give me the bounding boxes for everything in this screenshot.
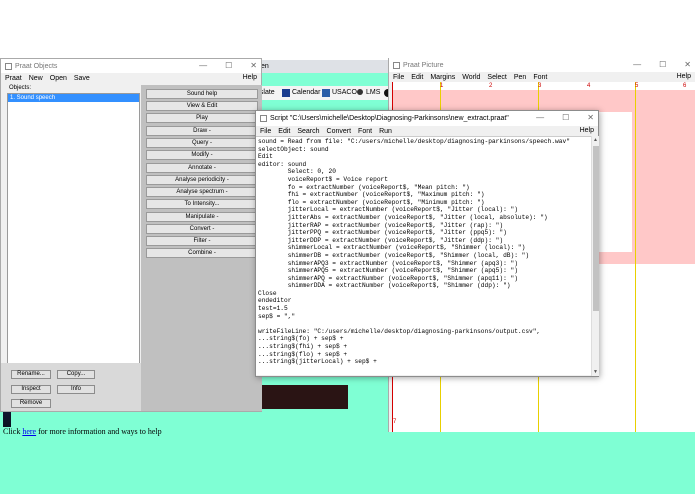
menu-help[interactable]: Help: [580, 127, 594, 134]
menu-file[interactable]: File: [393, 74, 404, 81]
menu-search[interactable]: Search: [297, 128, 319, 135]
manipulate-button[interactable]: Manipulate -: [146, 212, 258, 222]
praat-objects-window: Praat Objects — ☐ ✕ Praat New Open Save …: [0, 58, 262, 412]
bookmark-lms[interactable]: LMS: [366, 89, 380, 96]
menu-margins[interactable]: Margins: [430, 74, 455, 81]
menu-font[interactable]: Font: [358, 128, 372, 135]
praat-icon: [260, 115, 267, 122]
sound-help-button[interactable]: Sound help: [146, 89, 258, 99]
menu-pen[interactable]: Pen: [514, 74, 526, 81]
to-intensity-button[interactable]: To Intensity...: [146, 199, 258, 209]
menu-run[interactable]: Run: [379, 128, 392, 135]
menu-save[interactable]: Save: [74, 75, 90, 82]
copy-button[interactable]: Copy...: [57, 370, 95, 379]
menu-edit[interactable]: Edit: [278, 128, 290, 135]
desktop-top-area: [0, 0, 695, 60]
picture-title: Praat Picture: [403, 61, 444, 69]
inspect-button[interactable]: Inspect: [11, 385, 51, 394]
scroll-down-icon[interactable]: ▼: [593, 369, 598, 375]
bookmark-usaco[interactable]: USACO: [332, 89, 357, 96]
calendar-icon: [282, 89, 290, 97]
scroll-up-icon[interactable]: ▲: [593, 137, 598, 143]
menu-world[interactable]: World: [462, 74, 480, 81]
picture-titlebar[interactable]: Praat Picture — ☐ ✕: [389, 58, 695, 72]
objects-list[interactable]: 1. Sound speech: [7, 93, 140, 383]
help-link[interactable]: here: [22, 427, 36, 436]
ruler-label: 1: [440, 83, 444, 89]
filter-button[interactable]: Filter -: [146, 236, 258, 246]
minimize-icon[interactable]: —: [633, 60, 641, 69]
script-code[interactable]: sound = Read from file: "C:/users/michel…: [256, 137, 591, 366]
script-title: Script "C:\Users\michelle\Desktop\Diagno…: [270, 115, 509, 122]
menu-font[interactable]: Font: [533, 74, 547, 81]
view-edit-button[interactable]: View & Edit: [146, 101, 258, 111]
convert-button[interactable]: Convert -: [146, 224, 258, 234]
object-item-sound-speech[interactable]: 1. Sound speech: [8, 94, 139, 102]
grid-line: [635, 82, 636, 432]
objects-label: Objects:: [9, 85, 32, 91]
modify-button[interactable]: Modify -: [146, 150, 258, 160]
maximize-icon[interactable]: ☐: [562, 113, 569, 122]
maximize-icon[interactable]: ☐: [225, 61, 232, 70]
ruler-label: 2: [489, 83, 493, 89]
menu-select[interactable]: Select: [487, 74, 506, 81]
objects-title: Praat Objects: [15, 62, 58, 70]
ruler-label: 7: [393, 419, 397, 425]
ruler-label: 4: [587, 83, 591, 89]
play-button[interactable]: Play: [146, 113, 258, 123]
menu-help[interactable]: Help: [677, 73, 691, 80]
usaco-icon: [322, 89, 330, 97]
footer-prefix: Click: [3, 427, 23, 436]
query-button[interactable]: Query -: [146, 138, 258, 148]
script-editor-window: Script "C:\Users\michelle\Desktop\Diagno…: [255, 110, 599, 377]
combine-button[interactable]: Combine -: [146, 248, 258, 258]
script-scrollbar[interactable]: ▲ ▼: [591, 136, 599, 376]
analyse-periodicity-button[interactable]: Analyse periodicity -: [146, 175, 258, 185]
menu-convert[interactable]: Convert: [327, 128, 352, 135]
close-icon[interactable]: ✕: [587, 113, 594, 122]
script-text-area[interactable]: sound = Read from file: "C:/users/michel…: [256, 136, 591, 375]
browser-tab-strip: en: [260, 60, 390, 73]
close-icon[interactable]: ✕: [684, 60, 691, 69]
menu-edit[interactable]: Edit: [411, 74, 423, 81]
menu-open[interactable]: Open: [50, 75, 67, 82]
praat-icon: [5, 62, 12, 70]
remove-button[interactable]: Remove: [11, 399, 51, 408]
menu-new[interactable]: New: [29, 75, 43, 82]
close-icon[interactable]: ✕: [250, 61, 257, 70]
page-footer-text: Click here for more information and ways…: [3, 427, 162, 436]
browser-tab-fragment[interactable]: en: [261, 63, 269, 70]
ruler-label: 5: [635, 83, 639, 89]
scrollbar-thumb[interactable]: [593, 146, 599, 311]
bookmark-calendar[interactable]: Calendar: [292, 89, 320, 96]
maximize-icon[interactable]: ☐: [659, 60, 666, 69]
footer-suffix: for more information and ways to help: [36, 427, 162, 436]
draw-button[interactable]: Draw -: [146, 126, 258, 136]
praat-icon: [393, 61, 400, 69]
annotate-button[interactable]: Annotate -: [146, 163, 258, 173]
ruler-label: 3: [538, 83, 542, 89]
rename-button[interactable]: Rename...: [11, 370, 51, 379]
info-button[interactable]: Info: [57, 385, 95, 394]
menu-help[interactable]: Help: [243, 74, 257, 81]
page-image: [262, 385, 348, 409]
menu-file[interactable]: File: [260, 128, 271, 135]
ruler-label: 6: [683, 83, 687, 89]
menu-praat[interactable]: Praat: [5, 75, 22, 82]
script-titlebar[interactable]: Script "C:\Users\michelle\Desktop\Diagno…: [256, 111, 598, 126]
objects-menubar: Praat New Open Save Help: [1, 73, 261, 84]
selection-area: [632, 112, 695, 262]
lms-icon: [357, 89, 363, 95]
minimize-icon[interactable]: —: [536, 113, 544, 122]
analyse-spectrum-button[interactable]: Analyse spectrum -: [146, 187, 258, 197]
minimize-icon[interactable]: —: [199, 61, 207, 70]
objects-titlebar[interactable]: Praat Objects — ☐ ✕: [1, 59, 261, 73]
selection-area: [392, 90, 695, 112]
